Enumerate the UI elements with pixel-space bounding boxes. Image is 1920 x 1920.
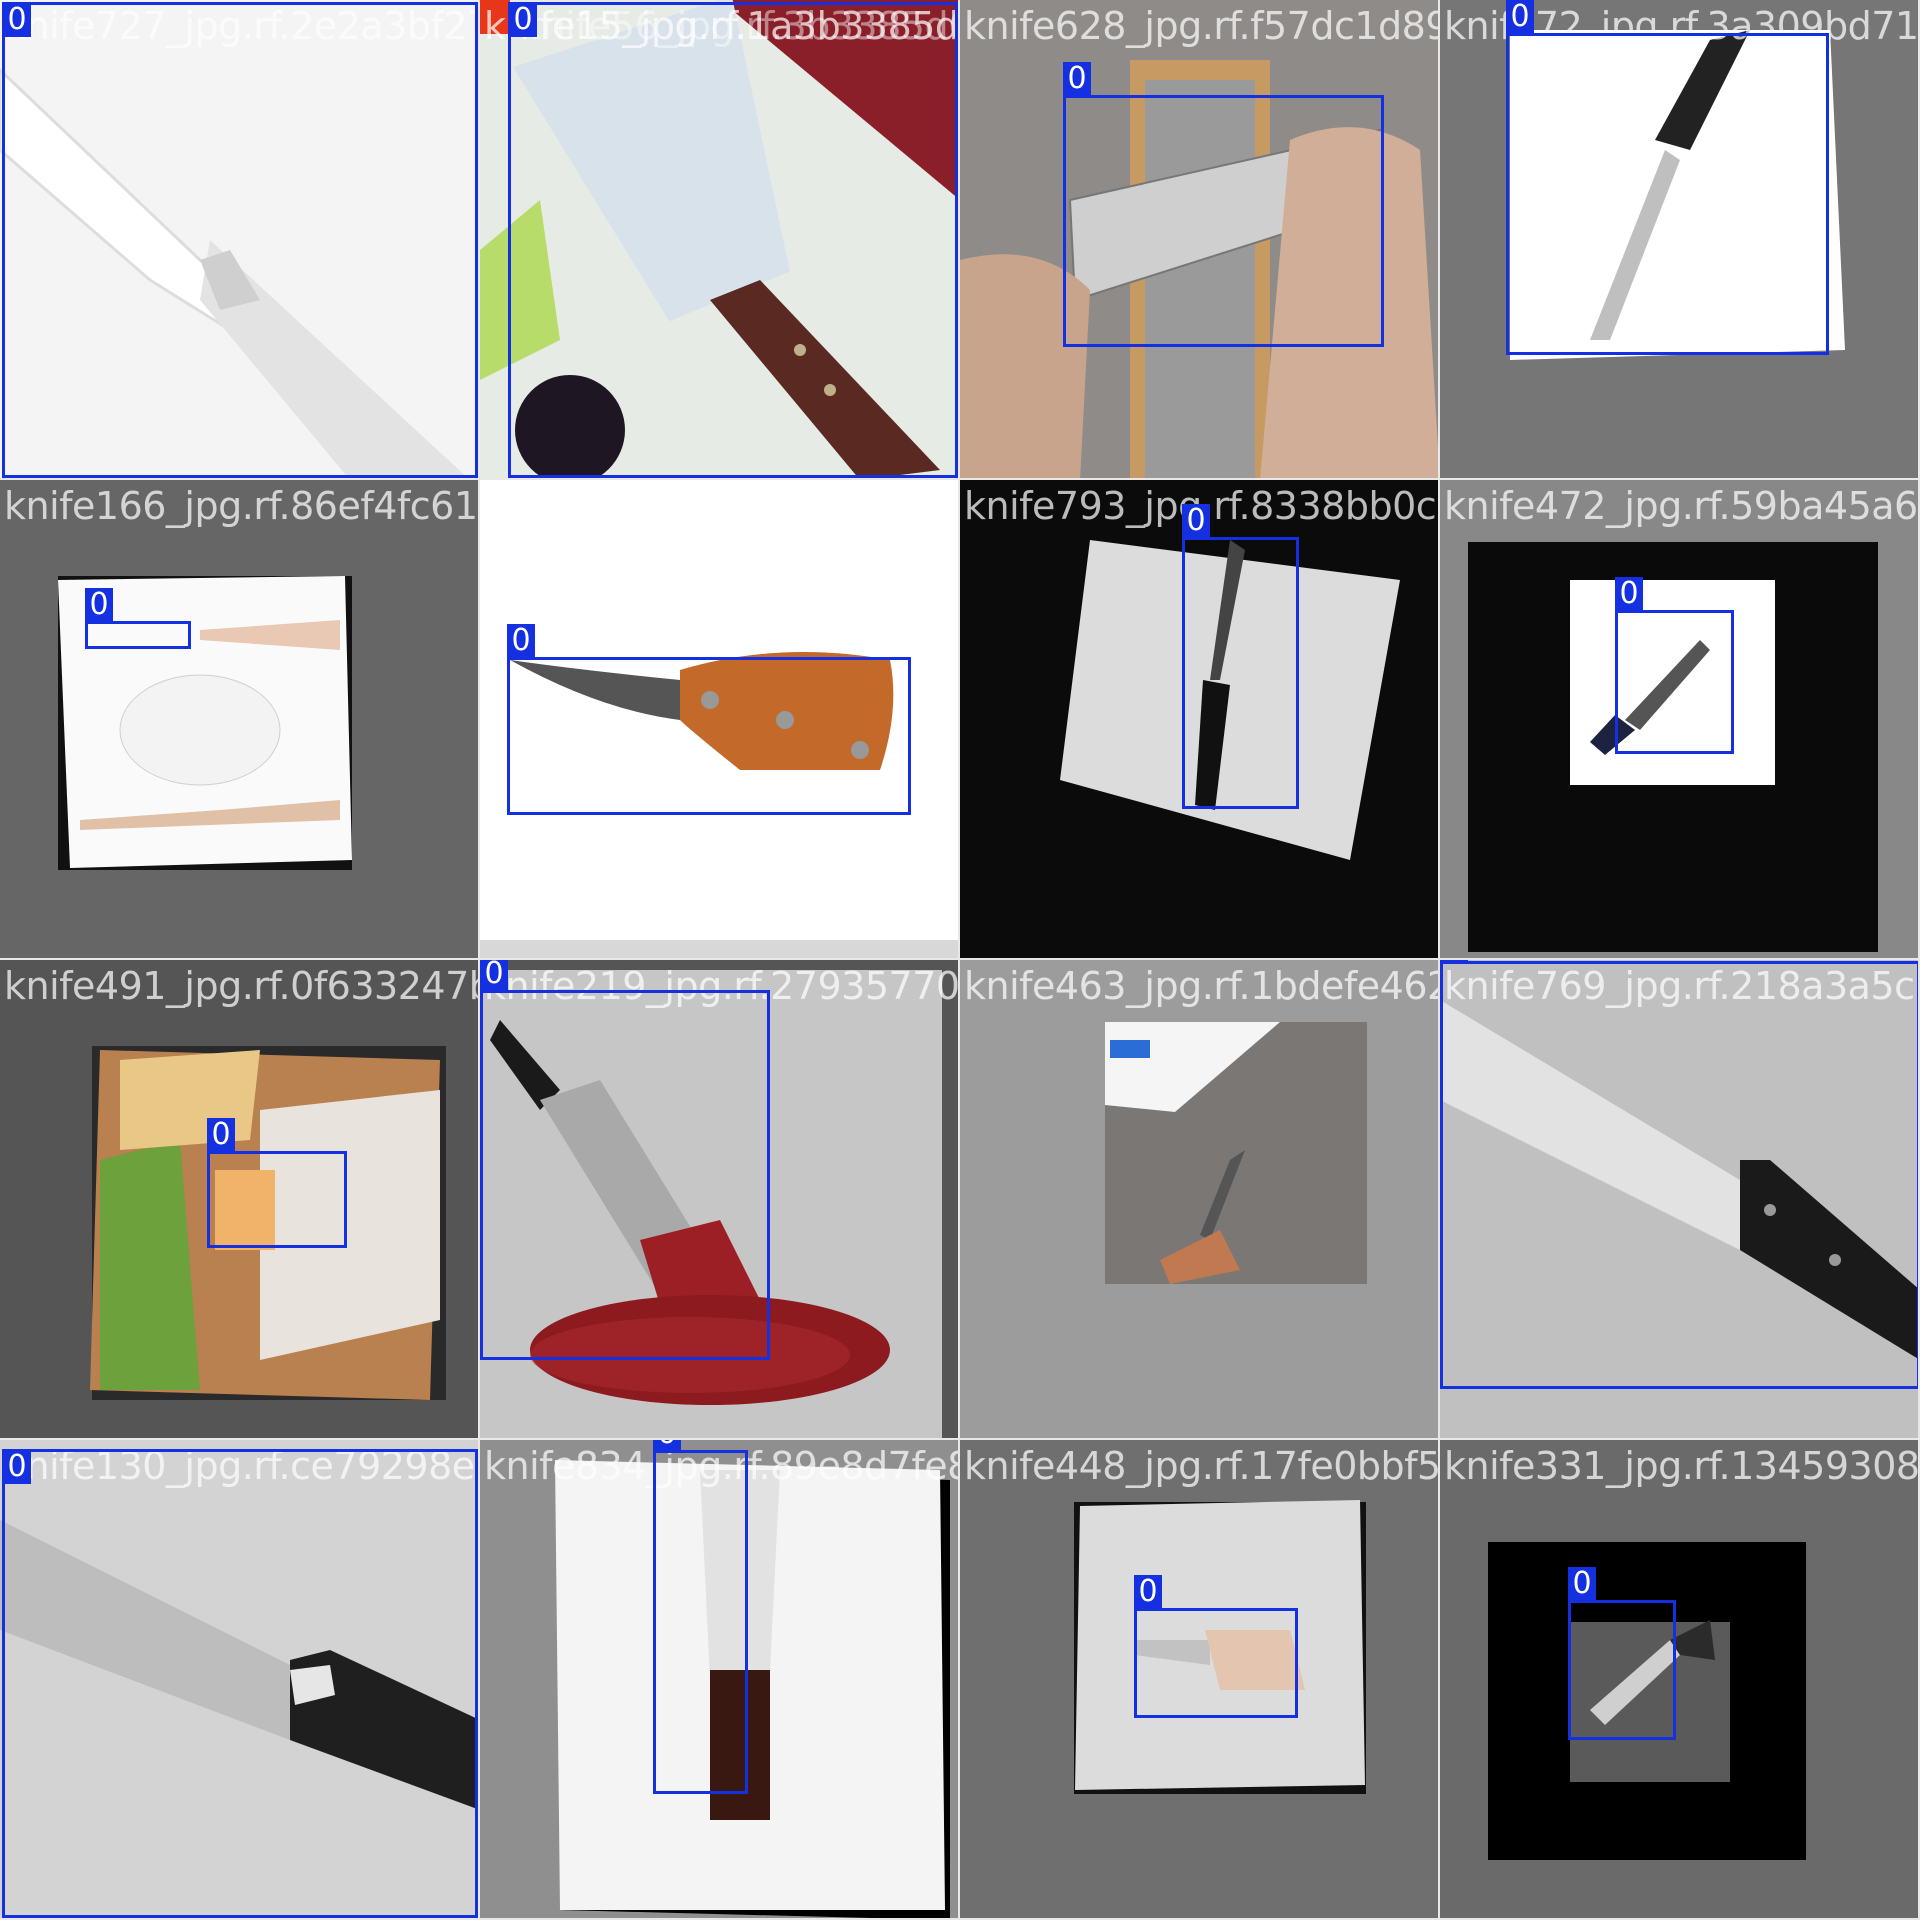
- bounding-box: 0: [1063, 62, 1384, 347]
- bounding-box: 0: [1134, 1575, 1298, 1718]
- class-label: 0: [509, 3, 537, 37]
- filename-label: knife628_jpg.rf.f57dc1d89452: [964, 4, 1438, 48]
- tile-15: knife331_jpg.rf.13459308c1a 0: [1440, 1440, 1920, 1920]
- tile-5: knife954_jpg.rf.b4090bebf8840 0: [480, 480, 960, 960]
- filename-label: knife463_jpg.rf.1bdefe462b46e: [964, 964, 1438, 1008]
- tile-14: knife448_jpg.rf.17fe0bbf548f 0: [960, 1440, 1440, 1920]
- bounding-box: 0: [1506, 0, 1829, 355]
- tile-12: knife130_jpg.rf.ce79298e05 0: [0, 1440, 480, 1920]
- class-label: 0: [1134, 1575, 1162, 1609]
- tile-6: knife793_jpg.rf.8338bb0caf5d 0: [960, 480, 1440, 960]
- class-label: 0: [85, 588, 113, 622]
- mosaic-grid: knife727_jpg.rf.2e2a3bf270b 0 knife15_jp…: [0, 0, 1920, 1920]
- class-label: 0: [1063, 62, 1091, 96]
- bounding-box: 0: [1182, 504, 1299, 809]
- bounding-box: 0: [508, 2, 958, 478]
- class-label: 0: [480, 960, 508, 991]
- tile-9: knife219_jpg.rf.279357701442 0: [480, 960, 960, 1440]
- tile-image-15: [1440, 1440, 1918, 1918]
- bounding-box: 0: [207, 1118, 347, 1248]
- bounding-box: 0: [1440, 960, 1918, 1389]
- tile-2: knife628_jpg.rf.f57dc1d89452 0: [960, 0, 1440, 480]
- filename-label: knife472_jpg.rf.59ba45a6e0: [1444, 484, 1920, 528]
- class-label: 0: [3, 3, 31, 37]
- tile-10: knife463_jpg.rf.1bdefe462b46e: [960, 960, 1440, 1440]
- bounding-box: 0: [653, 1440, 748, 1794]
- filename-label: knife166_jpg.rf.86ef4fc6191a: [4, 484, 478, 528]
- class-label: 0: [1568, 1567, 1596, 1601]
- tile-7: knife472_jpg.rf.59ba45a6e0 0: [1440, 480, 1920, 960]
- filename-label: knife954_jpg.rf.b4090bebf8840: [484, 484, 959, 528]
- class-label: 0: [1615, 577, 1643, 611]
- tile-1: knife15_jpg.rf.1a3b3385d6e6e knife56_jpg…: [480, 0, 960, 480]
- class-label: 0: [3, 1450, 31, 1484]
- bounding-box: 0: [480, 960, 770, 1360]
- bounding-box: 0: [1568, 1567, 1676, 1740]
- class-label: 0: [1440, 960, 1468, 962]
- tile-4: knife166_jpg.rf.86ef4fc6191a 0: [0, 480, 480, 960]
- tile-13: knife834_jpg.rf.89e8d7fe80d 0: [480, 1440, 960, 1920]
- bounding-box: 0: [2, 2, 478, 478]
- bounding-box: 0: [1615, 577, 1734, 754]
- class-label: 0: [1182, 504, 1210, 538]
- bounding-box: 0: [507, 624, 911, 815]
- tile-3: knife72_jpg.rf.3a309bd7118 0: [1440, 0, 1920, 480]
- tile-0: knife727_jpg.rf.2e2a3bf270b 0: [0, 0, 480, 480]
- tile-11: knife769_jpg.rf.218a3a5c9c 0: [1440, 960, 1920, 1440]
- class-label: 0: [207, 1118, 235, 1152]
- class-label: 0: [1506, 0, 1534, 34]
- tile-8: knife491_jpg.rf.0f633247b30 0: [0, 960, 480, 1440]
- filename-label: knife491_jpg.rf.0f633247b30: [4, 964, 478, 1008]
- tile-image-10: [960, 960, 1438, 1438]
- bounding-box: 0: [85, 588, 191, 649]
- tile-image-4: [0, 480, 478, 958]
- filename-label: knife448_jpg.rf.17fe0bbf548f: [964, 1444, 1440, 1488]
- bounding-box: 0: [2, 1449, 478, 1918]
- class-label: 0: [653, 1440, 681, 1451]
- class-label: 0: [507, 624, 535, 658]
- filename-label: knife331_jpg.rf.13459308c1a: [1444, 1444, 1920, 1488]
